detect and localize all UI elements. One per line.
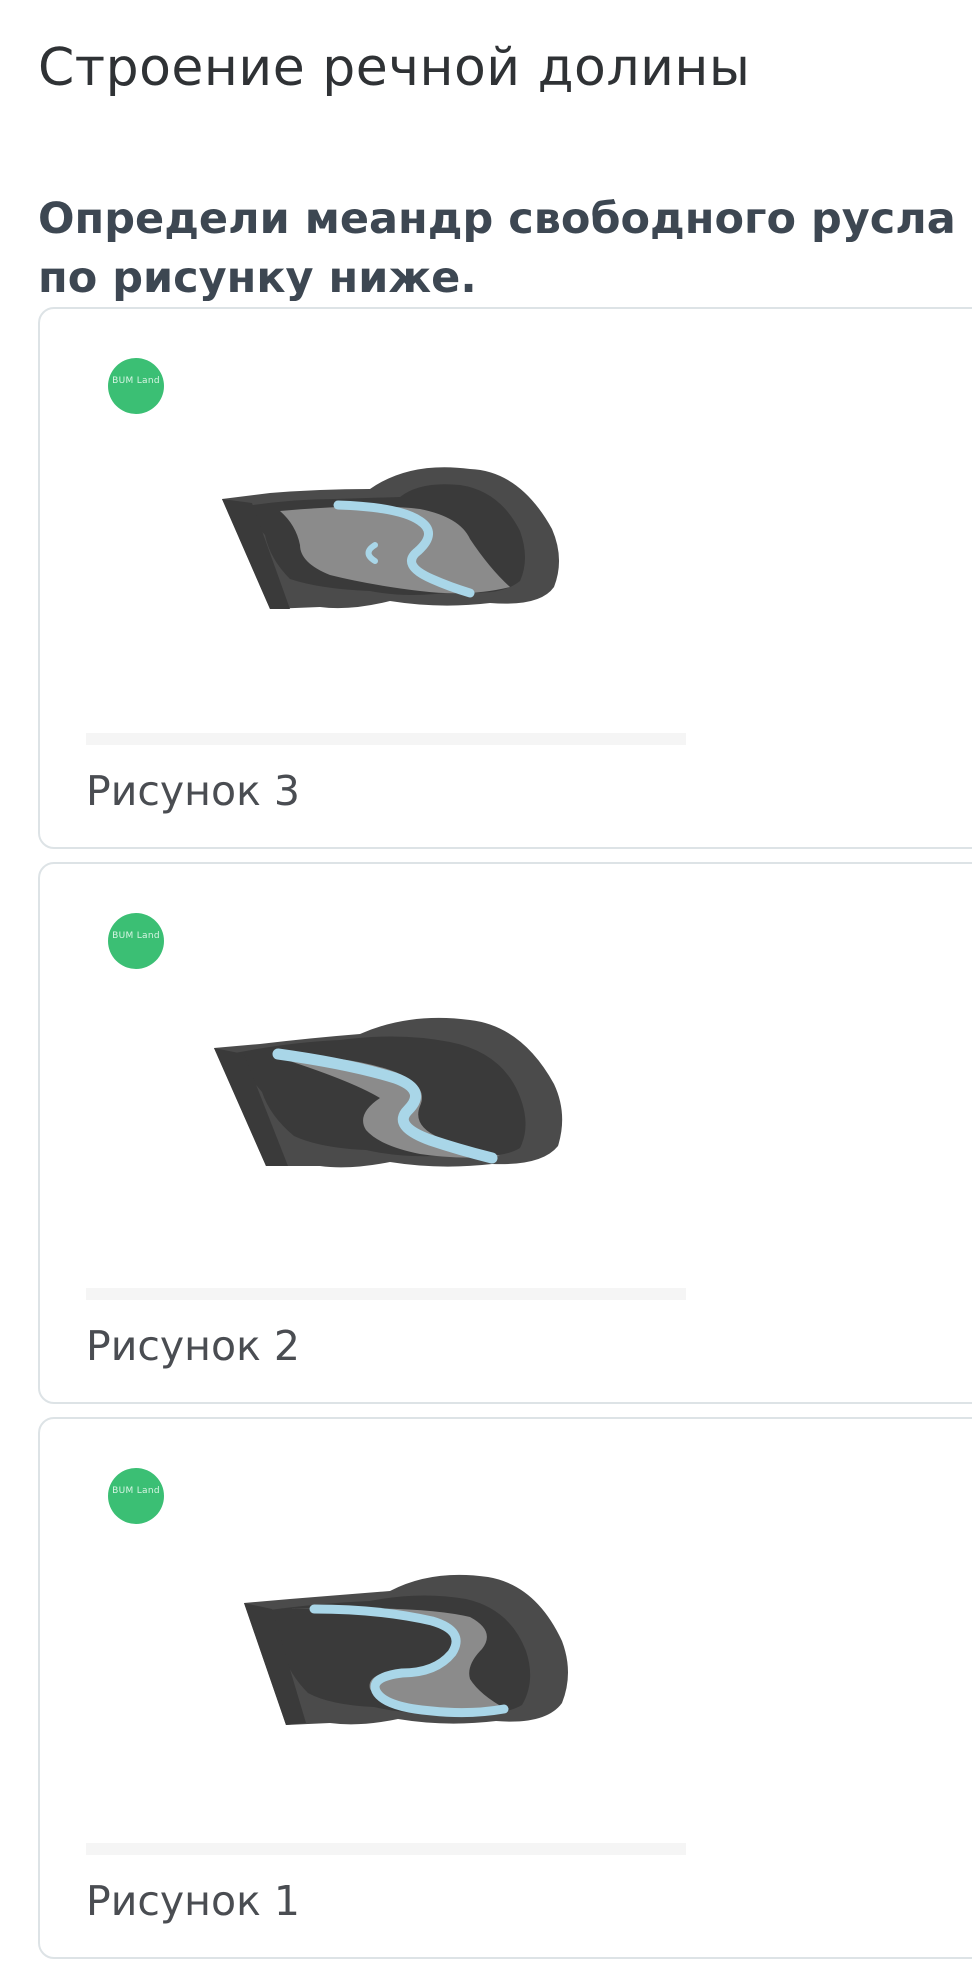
river-valley-illustration: [170, 1569, 640, 1769]
option-card-figure-1[interactable]: BUM Land Рисунок 1: [38, 1417, 972, 1959]
page-title: Строение речной долины: [38, 38, 751, 98]
question-text: Определи меандр свободного русла по рису…: [38, 194, 956, 303]
caption-divider: [86, 1843, 686, 1855]
bumland-logo: BUM Land: [108, 913, 164, 969]
caption-divider: [86, 1288, 686, 1300]
option-caption: Рисунок 1: [86, 1877, 300, 1925]
caption-divider: [86, 733, 686, 745]
option-caption: Рисунок 3: [86, 767, 300, 815]
option-card-figure-3[interactable]: BUM Land Рисунок 3: [38, 307, 972, 849]
bumland-logo: BUM Land: [108, 1468, 164, 1524]
option-caption: Рисунок 2: [86, 1322, 300, 1370]
river-valley-illustration: [170, 459, 640, 659]
river-valley-illustration: [170, 1014, 640, 1214]
bumland-logo: BUM Land: [108, 358, 164, 414]
option-card-figure-2[interactable]: BUM Land Рисунок 2: [38, 862, 972, 1404]
